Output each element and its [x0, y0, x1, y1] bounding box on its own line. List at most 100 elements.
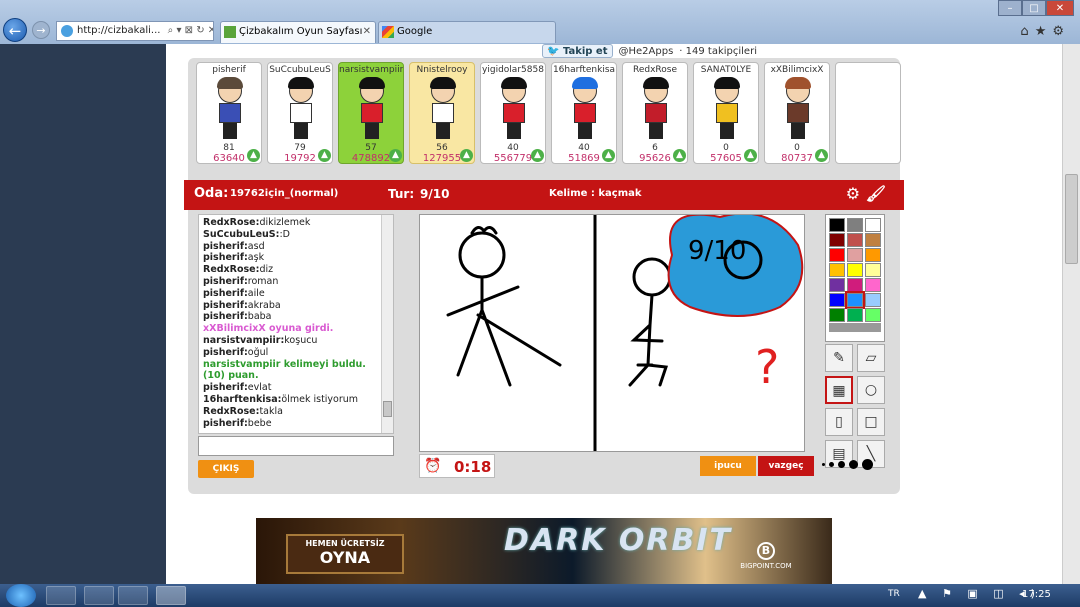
opacity-slider[interactable] [829, 323, 881, 332]
color-swatch[interactable] [865, 233, 881, 247]
chat-box[interactable]: RedxRose:dikizlemek SuCcubuLeuS::D pisheri… [198, 214, 394, 434]
player-card[interactable]: SuCcubuLeuS 79 19792 ▲ [267, 62, 333, 164]
chat-user: RedxRose: [203, 217, 260, 228]
ad-play-button[interactable]: HEMEN ÜCRETSİZ OYNA [286, 534, 404, 574]
drawing-stroke [446, 275, 562, 387]
twitter-handle[interactable]: @He2Apps [619, 46, 674, 57]
taskbar-media-icon[interactable] [84, 586, 114, 605]
brush-size-option[interactable] [829, 461, 834, 467]
player-card[interactable]: 16harftenkisa 40 51869 ▲ [551, 62, 617, 164]
color-swatch[interactable] [865, 248, 881, 262]
maximize-button[interactable]: □ [1022, 0, 1046, 16]
back-button[interactable]: ← [3, 18, 27, 42]
close-icon[interactable]: ✕ [363, 22, 371, 42]
taskbar-explorer-icon[interactable] [46, 586, 76, 605]
minimize-button[interactable]: – [998, 0, 1022, 16]
start-button[interactable] [6, 584, 36, 607]
upvote-icon[interactable]: ▲ [673, 149, 686, 162]
tab-cizbakalim[interactable]: Çizbakalım Oyun Sayfası ✕ [220, 21, 376, 43]
address-bar[interactable]: http://cizbakali... ⌕ ▾ ⊠ ↻ ✕ [56, 21, 214, 41]
player-name: yigidolar5858 [482, 65, 544, 75]
chat-text: :D [279, 228, 290, 240]
avatar-body [787, 103, 809, 123]
color-swatch[interactable] [829, 248, 845, 262]
color-swatch[interactable] [847, 233, 863, 247]
color-swatch[interactable] [865, 218, 881, 232]
star-icon[interactable]: ★ [1035, 24, 1053, 39]
fill-icon[interactable]: ▦ [825, 376, 853, 404]
color-swatch[interactable] [847, 218, 863, 232]
player-card[interactable]: Nnistelrooy 56 127955 ▲ [409, 62, 475, 164]
player-card[interactable]: xXBilimcixX 0 80737 ▲ [764, 62, 830, 164]
color-swatch[interactable] [829, 293, 845, 307]
player-card[interactable]: yigidolar5858 40 556779 ▲ [480, 62, 546, 164]
player-card[interactable]: narsistvampiir 57 478892 ▲ [338, 62, 404, 164]
bucket-icon[interactable]: ▯ [825, 408, 853, 436]
upvote-icon[interactable]: ▲ [531, 149, 544, 162]
gear-icon[interactable]: ⚙ [1052, 24, 1070, 39]
clock[interactable]: 17:25 [1022, 589, 1051, 600]
browser-chrome: ← → http://cizbakali... ⌕ ▾ ⊠ ↻ ✕ Çizbak… [0, 0, 1080, 44]
twitter-follow-button[interactable]: 🐦 Takip et [542, 44, 613, 58]
color-swatch[interactable] [829, 233, 845, 247]
scroll-thumb[interactable] [1065, 174, 1078, 264]
pencil-icon[interactable]: ✎ [825, 344, 853, 372]
upvote-icon[interactable]: ▲ [460, 149, 473, 162]
drawing-canvas[interactable]: 9/10 ? [419, 212, 805, 453]
advertisement-banner[interactable]: HEMEN ÜCRETSİZ OYNA DARK ORBIT B BIGPOIN… [256, 518, 832, 584]
brush-size-option[interactable] [849, 459, 858, 469]
give-up-button[interactable]: vazgeç [758, 456, 814, 476]
color-swatch[interactable] [847, 263, 863, 277]
avatar-body [716, 103, 738, 123]
address-tools[interactable]: ⌕ ▾ ⊠ ↻ ✕ [168, 25, 213, 36]
settings-icon[interactable]: ⚙ [846, 184, 860, 203]
color-swatch[interactable] [829, 263, 845, 277]
upvote-icon[interactable]: ▲ [602, 149, 615, 162]
avatar-hair [501, 77, 527, 89]
hint-button[interactable]: ipucu [700, 456, 756, 476]
color-swatch[interactable] [865, 278, 881, 292]
upvote-icon[interactable]: ▲ [247, 149, 260, 162]
color-swatch[interactable] [829, 218, 845, 232]
player-name: Nnistelrooy [416, 65, 468, 75]
brush-size-option[interactable] [862, 458, 873, 470]
player-card[interactable]: pisherif 81 63640 ▲ [196, 62, 262, 164]
upvote-icon[interactable]: ▲ [815, 149, 828, 162]
color-swatch[interactable] [847, 248, 863, 262]
chat-input[interactable] [198, 436, 394, 456]
close-window-button[interactable]: ✕ [1046, 0, 1074, 16]
eraser-icon[interactable]: ▱ [857, 344, 885, 372]
taskbar-app-icon[interactable] [118, 586, 148, 605]
color-swatch[interactable] [865, 293, 881, 307]
brush-size-option[interactable] [838, 460, 845, 468]
player-card[interactable]: RedxRose 6 95626 ▲ [622, 62, 688, 164]
color-swatch[interactable] [847, 278, 863, 292]
upvote-icon[interactable]: ▲ [318, 149, 331, 162]
square-icon[interactable]: □ [857, 408, 885, 436]
color-swatch[interactable] [845, 291, 865, 309]
chat-message: RedxRose:dikizlemek [203, 217, 389, 229]
color-swatch[interactable] [847, 308, 863, 322]
brush-icon[interactable]: 🖌 [866, 184, 886, 203]
taskbar-browser-icon[interactable] [156, 586, 186, 605]
chat-scrollbar[interactable] [381, 215, 393, 433]
brush-size-option[interactable] [822, 462, 825, 466]
color-swatch[interactable] [865, 263, 881, 277]
color-swatch[interactable] [865, 308, 881, 322]
color-swatch[interactable] [829, 278, 845, 292]
tab-google[interactable]: Google [378, 21, 556, 43]
circle-icon[interactable]: ○ [857, 376, 885, 404]
page-scrollbar[interactable] [1062, 44, 1080, 584]
chat-user: pisherif: [203, 240, 248, 252]
player-card[interactable]: SANAT0LYE 0 57605 ▲ [693, 62, 759, 164]
chat-scroll-thumb[interactable] [383, 401, 392, 417]
color-swatch[interactable] [829, 308, 845, 322]
upvote-icon[interactable]: ▲ [744, 149, 757, 162]
forward-button[interactable]: → [32, 21, 50, 39]
upvote-icon[interactable]: ▲ [389, 149, 402, 162]
language-indicator[interactable]: TR [888, 589, 900, 599]
home-icon[interactable]: ⌂ [1020, 24, 1034, 39]
exit-button[interactable]: ÇIKIŞ [198, 460, 254, 478]
ad-game-logo: DARK ORBIT [504, 523, 733, 558]
avatar-body [574, 103, 596, 123]
